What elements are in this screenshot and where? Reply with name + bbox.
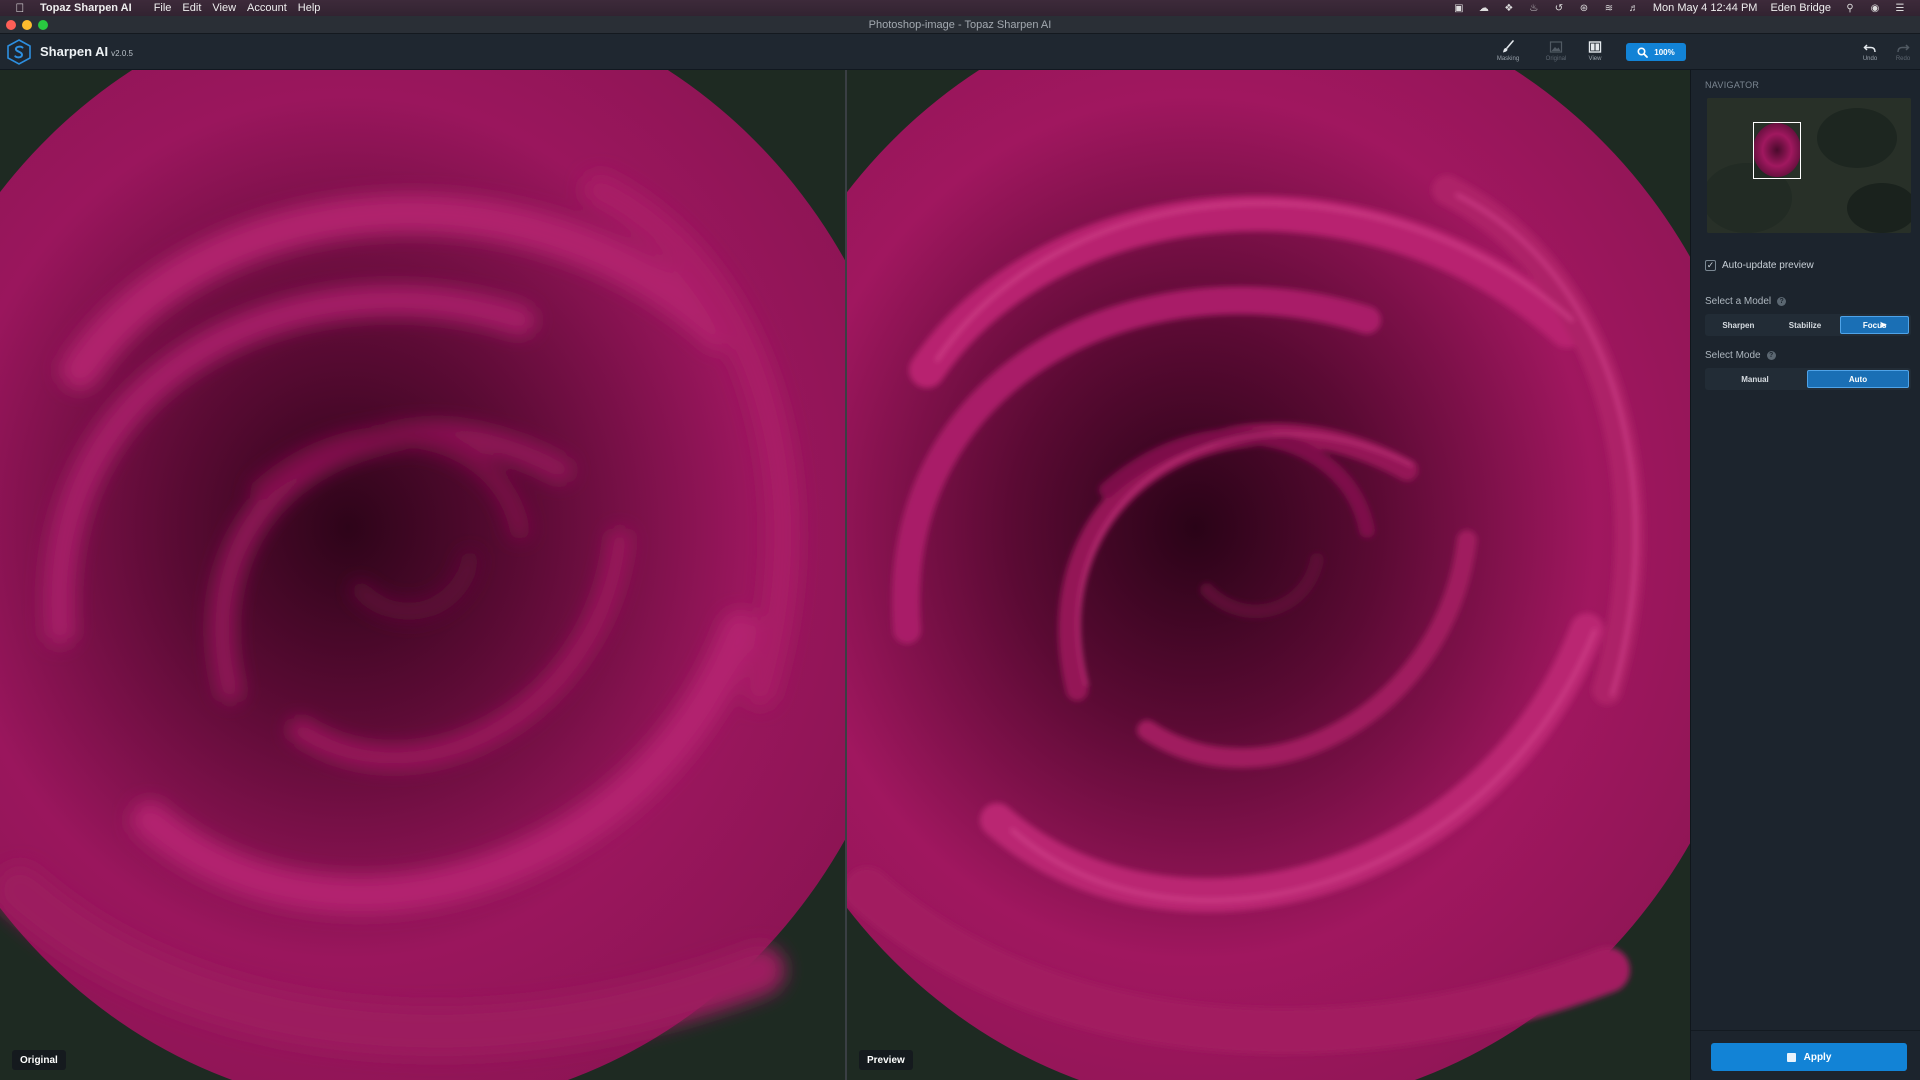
topaz-logo-icon	[7, 39, 31, 65]
window-titlebar: Photoshop-image - Topaz Sharpen AI	[0, 16, 1920, 34]
apply-label: Apply	[1803, 1051, 1832, 1063]
app-name: Sharpen AI v2.0.5	[40, 44, 133, 59]
redo-icon	[1897, 44, 1910, 53]
app-version: v2.0.5	[111, 49, 133, 58]
original-rose-image	[0, 70, 845, 1080]
apply-button[interactable]: Apply	[1711, 1043, 1907, 1071]
bluetooth-icon[interactable]: ⊛	[1578, 3, 1590, 14]
notification-center-icon[interactable]: ☰	[1894, 3, 1906, 14]
mode-help-icon[interactable]: ?	[1766, 351, 1776, 360]
undo-icon	[1863, 44, 1876, 53]
original-button[interactable]: Original	[1539, 38, 1573, 68]
image-icon	[1549, 41, 1563, 53]
mode-manual-button[interactable]: Manual	[1705, 368, 1805, 390]
window-title: Photoshop-image - Topaz Sharpen AI	[868, 18, 1052, 31]
model-focus-button[interactable]: Focus	[1840, 316, 1910, 334]
flame-icon[interactable]: ♨	[1528, 3, 1540, 14]
macos-menubar:  Topaz Sharpen AI File Edit View Accoun…	[0, 0, 1920, 16]
model-sharpen-button[interactable]: Sharpen	[1705, 314, 1772, 336]
wifi-icon[interactable]: ≋	[1603, 3, 1615, 14]
preview-image-viewport[interactable]: Preview	[847, 70, 1690, 1080]
preview-viewport-label: Preview	[859, 1050, 913, 1070]
auto-update-checkbox[interactable]: ✓	[1705, 260, 1716, 271]
settings-panel: NAVIGATOR ✓ Auto-update preview Select a…	[1690, 70, 1920, 1080]
masking-label: Masking	[1496, 56, 1520, 62]
original-viewport-label: Original	[12, 1050, 66, 1070]
navigator-viewport-frame[interactable]	[1753, 122, 1801, 179]
screen-record-icon[interactable]: ▣	[1453, 3, 1465, 14]
original-image-viewport[interactable]: Original	[0, 70, 845, 1080]
window-zoom-button[interactable]	[38, 20, 48, 30]
time-machine-icon[interactable]: ↺	[1553, 3, 1565, 14]
cloud-sync-icon[interactable]: ☁	[1478, 3, 1490, 14]
menu-file[interactable]: File	[154, 2, 183, 14]
window-controls	[6, 20, 48, 30]
preview-rose-image	[847, 70, 1690, 1080]
menu-help[interactable]: Help	[298, 2, 332, 14]
undo-label: Undo	[1862, 56, 1878, 62]
auto-update-label: Auto-update preview	[1722, 260, 1814, 271]
magnifier-icon	[1637, 46, 1649, 58]
siri-icon[interactable]: ◉	[1869, 3, 1881, 14]
dropbox-icon[interactable]: ❖	[1503, 3, 1515, 14]
spotlight-search-icon[interactable]: ⚲	[1844, 3, 1856, 14]
mode-auto-button[interactable]: Auto	[1807, 370, 1909, 388]
menu-view[interactable]: View	[212, 2, 247, 14]
menu-account[interactable]: Account	[247, 2, 298, 14]
select-mode-text: Select Mode	[1705, 350, 1761, 361]
mode-selector: Manual Auto	[1705, 368, 1911, 390]
model-stabilize-button[interactable]: Stabilize	[1772, 314, 1839, 336]
zoom-button[interactable]: 100%	[1626, 43, 1686, 61]
redo-label: Redo	[1895, 56, 1911, 62]
apply-bar: Apply	[1691, 1030, 1920, 1080]
redo-button[interactable]: Redo	[1886, 38, 1920, 68]
window-close-button[interactable]	[6, 20, 16, 30]
select-model-text: Select a Model	[1705, 296, 1772, 307]
menubar-clock[interactable]: Mon May 4 12:44 PM	[1653, 2, 1758, 14]
auto-update-preview-toggle[interactable]: ✓ Auto-update preview	[1705, 260, 1814, 271]
model-help-icon[interactable]: ?	[1777, 297, 1787, 306]
zoom-label: 100%	[1654, 47, 1675, 57]
apply-icon	[1786, 1052, 1796, 1062]
menu-edit[interactable]: Edit	[182, 2, 212, 14]
original-label: Original	[1545, 56, 1567, 62]
app-name-text: Sharpen AI	[40, 44, 109, 59]
navigator-thumbnail[interactable]	[1707, 98, 1911, 233]
undo-button[interactable]: Undo	[1853, 38, 1887, 68]
navigator-title: NAVIGATOR	[1705, 80, 1760, 90]
navigator-rose-image	[1707, 98, 1911, 233]
menubar-user[interactable]: Eden Bridge	[1770, 2, 1831, 14]
volume-icon[interactable]: ♬	[1628, 3, 1640, 14]
brush-icon	[1503, 40, 1514, 53]
app-toolbar: Sharpen AI v2.0.5 Masking Original View 1…	[0, 34, 1920, 70]
mouse-cursor-icon: ➤	[1879, 320, 1888, 331]
menu-app-name[interactable]: Topaz Sharpen AI	[40, 2, 154, 14]
select-model-label: Select a Model ?	[1705, 296, 1787, 307]
window-minimize-button[interactable]	[22, 20, 32, 30]
apple-menu-icon[interactable]: 	[0, 1, 40, 15]
select-mode-label: Select Mode ?	[1705, 350, 1776, 361]
view-label: View	[1588, 56, 1602, 62]
view-button[interactable]: View	[1578, 38, 1612, 68]
masking-button[interactable]: Masking	[1491, 38, 1525, 68]
split-view-icon	[1588, 41, 1602, 53]
